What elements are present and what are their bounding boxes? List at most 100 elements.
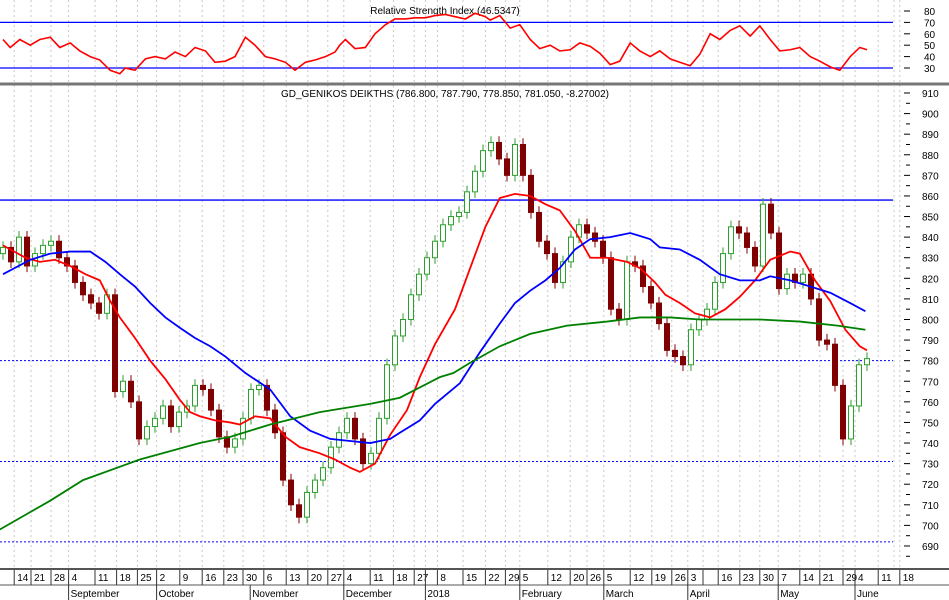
month-label: April (690, 589, 710, 600)
candle (712, 276, 718, 316)
price-title: GD_GENIKOS DEIKTHS (786.800, 787.790, 77… (281, 89, 609, 100)
date-tick-label: 4 (72, 573, 78, 584)
price-tick-label: 770 (922, 377, 939, 388)
candle-body (464, 191, 470, 213)
price-tick-label: 780 (922, 357, 939, 368)
candle-body (280, 432, 286, 481)
candle-body (128, 380, 134, 403)
month-label: December (346, 589, 393, 600)
candle (448, 210, 454, 231)
rsi-tick-label: 70 (924, 18, 936, 29)
candle-body (520, 143, 526, 176)
candle-body (816, 298, 822, 341)
candle (224, 430, 230, 454)
candle (552, 247, 558, 289)
candle (640, 259, 646, 293)
candle-body (136, 401, 142, 440)
date-tick-label: 14 (17, 573, 29, 584)
date-tick-label: 29 (508, 573, 520, 584)
candle-body (648, 286, 654, 304)
candle (400, 313, 406, 343)
candle-body (600, 240, 606, 259)
date-tick-label: 5 (607, 573, 613, 584)
candle (352, 412, 358, 446)
candle-body (688, 329, 694, 366)
price-tick-label: 860 (922, 192, 939, 203)
candle-body (376, 417, 382, 454)
price-tick-label: 870 (922, 171, 939, 182)
month-label: October (159, 589, 195, 600)
date-tick-label: 6 (267, 573, 273, 584)
candle (568, 230, 574, 269)
candle-body (256, 384, 262, 390)
candle-body (168, 405, 174, 428)
rsi-tick-label: 30 (924, 64, 936, 75)
date-tick-label: 21 (34, 573, 46, 584)
date-tick-label: 11 (373, 573, 384, 584)
candle (72, 259, 78, 289)
price-tick-label: 730 (922, 460, 939, 471)
candle (840, 379, 846, 446)
price-tick-label: 760 (922, 398, 939, 409)
candle (312, 473, 318, 499)
candle (696, 313, 702, 336)
candle (16, 230, 22, 269)
candle (432, 235, 438, 264)
candle-body (848, 405, 854, 440)
candle-body (832, 343, 838, 386)
price-tick-label: 740 (922, 439, 939, 450)
candle (704, 303, 710, 326)
candle-body (840, 384, 846, 440)
candle-body (752, 246, 758, 267)
candle-body (384, 364, 390, 419)
candle-body (120, 380, 126, 393)
candle-body (312, 479, 318, 493)
candle-body (16, 236, 22, 263)
date-tick-label: 19 (655, 573, 667, 584)
candle-body (392, 335, 398, 366)
candle-body (488, 141, 494, 152)
candle (760, 198, 766, 273)
month-label: June (857, 589, 879, 600)
date-tick-label: 23 (743, 573, 755, 584)
price-tick-label: 850 (922, 213, 939, 224)
candle (856, 358, 862, 413)
date-tick-label: 12 (551, 573, 563, 584)
price-tick-label: 830 (922, 254, 939, 265)
candle (288, 473, 294, 511)
candle (624, 255, 630, 326)
candle-body (592, 232, 598, 242)
candle-body (616, 308, 622, 320)
candle (264, 379, 270, 417)
candle-body (480, 150, 486, 172)
date-tick-label: 16 (721, 573, 733, 584)
candle-body (400, 318, 406, 337)
candle-body (208, 388, 214, 411)
candle (240, 412, 246, 446)
candle-body (48, 240, 54, 246)
candle (664, 317, 670, 357)
date-tick-label: 16 (205, 573, 217, 584)
candle-body (432, 240, 438, 259)
candle (480, 144, 486, 178)
candle-body (352, 417, 358, 440)
rsi-title: Relative Strength Index (46.5347) (370, 6, 520, 17)
candle-body (856, 364, 862, 407)
candle-body (152, 417, 158, 428)
candle (440, 218, 446, 248)
candle-body (512, 143, 518, 176)
date-tick-label: 11 (881, 573, 892, 584)
date-tick-label: 30 (763, 573, 775, 584)
candle-body (656, 302, 662, 325)
candle (864, 352, 870, 371)
rsi-tick-label: 40 (924, 53, 936, 64)
candle-body (736, 226, 742, 234)
price-tick-label: 710 (922, 501, 939, 512)
candle-body (296, 504, 302, 518)
date-tick-label: 15 (466, 573, 478, 584)
candle-body (248, 388, 254, 419)
candle (832, 338, 838, 392)
rsi-tick-label: 80 (924, 7, 936, 18)
date-tick-label: 29 (846, 573, 858, 584)
candle (64, 251, 70, 273)
